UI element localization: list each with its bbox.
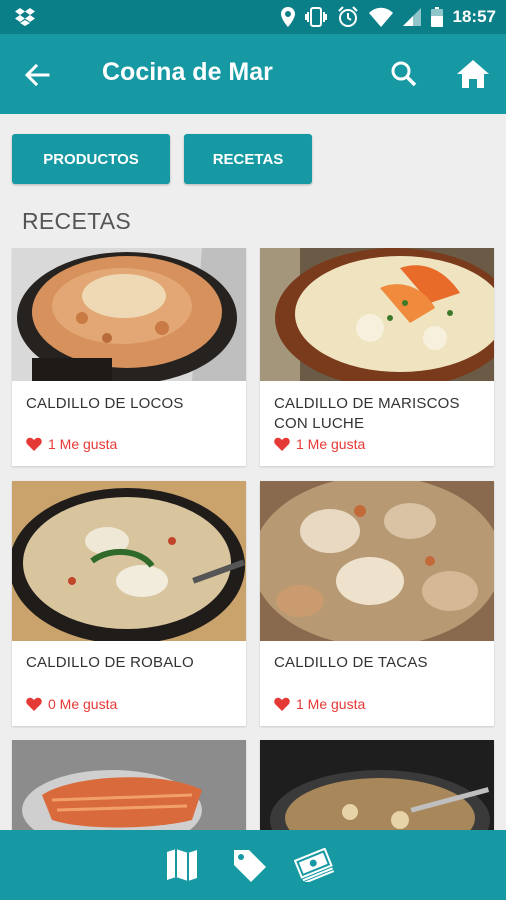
recipe-image [260, 248, 494, 381]
location-icon [280, 7, 295, 27]
status-time: 18:57 [452, 7, 496, 26]
heart-icon [26, 697, 42, 711]
likes[interactable]: 1 Me gusta [274, 436, 365, 452]
likes-count: 1 Me gusta [48, 436, 118, 452]
recipe-card[interactable]: CALDILLO DE LOCOS 1 Me gusta [12, 248, 246, 466]
map-icon[interactable] [166, 848, 198, 882]
page-title: Cocina de Mar [102, 58, 273, 86]
recipe-image [260, 481, 494, 641]
recipe-name: CALDILLO DE ROBALO [26, 654, 194, 671]
status-icons: 18:57 [280, 0, 496, 34]
recipe-name: CALDILLO DE MARISCOS CON LUCHE [274, 395, 460, 432]
heart-icon [26, 437, 42, 451]
recipe-card[interactable]: CALDILLO DE ROBALO 0 Me gusta [12, 481, 246, 726]
app-bar: Cocina de Mar [0, 34, 506, 114]
recipe-card[interactable]: CALDILLO DE TACAS 1 Me gusta [260, 481, 494, 726]
likes[interactable]: 1 Me gusta [274, 696, 365, 712]
section-title: RECETAS [22, 208, 132, 234]
alarm-icon [337, 6, 358, 27]
recipe-name: CALDILLO DE TACAS [274, 654, 428, 671]
likes-count: 1 Me gusta [296, 436, 366, 452]
recipe-image [12, 481, 246, 641]
recipe-image [12, 248, 246, 381]
recipe-name: CALDILLO DE LOCOS [26, 395, 184, 412]
vibrate-icon [304, 7, 327, 27]
heart-icon [274, 437, 290, 451]
home-icon[interactable] [456, 58, 490, 90]
back-arrow-icon[interactable] [22, 60, 52, 90]
money-icon[interactable] [294, 848, 334, 882]
recipe-card[interactable]: CALDILLO DE MARISCOS CON LUCHE 1 Me gust… [260, 248, 494, 466]
likes-count: 0 Me gusta [48, 696, 118, 712]
productos-button[interactable]: PRODUCTOS [12, 134, 170, 184]
likes[interactable]: 1 Me gusta [26, 436, 117, 452]
signal-icon [402, 8, 421, 26]
status-bar: 18:57 [0, 0, 506, 34]
wifi-icon [368, 7, 393, 27]
battery-icon [430, 7, 443, 27]
bottom-nav [0, 830, 506, 900]
recetas-button[interactable]: RECETAS [184, 134, 312, 184]
tag-icon[interactable] [232, 848, 268, 884]
search-icon[interactable] [388, 58, 420, 90]
likes[interactable]: 0 Me gusta [26, 696, 117, 712]
dropbox-icon [15, 8, 35, 26]
heart-icon [274, 697, 290, 711]
likes-count: 1 Me gusta [296, 696, 366, 712]
